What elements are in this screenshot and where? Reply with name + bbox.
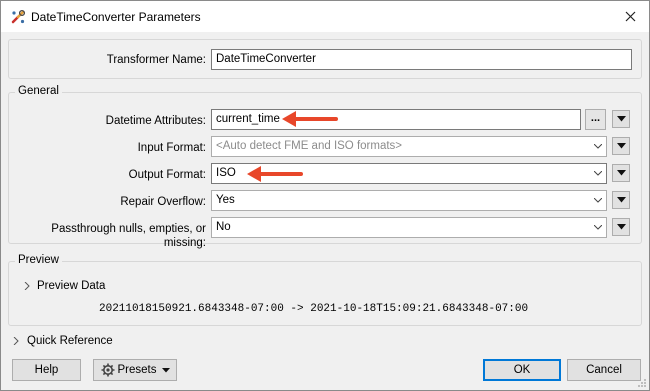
gear-icon: [101, 363, 114, 377]
repair-overflow-label: Repair Overflow:: [120, 196, 206, 208]
chevron-right-icon[interactable]: [12, 337, 20, 345]
chevron-down-icon: [616, 170, 626, 176]
datetime-attributes-input[interactable]: current_time: [211, 109, 581, 130]
preview-group: [8, 261, 642, 326]
close-icon: [625, 11, 635, 22]
chevron-down-icon: [616, 143, 626, 149]
transformer-name-input[interactable]: DateTimeConverter: [211, 49, 632, 70]
close-button[interactable]: [613, 3, 647, 30]
annotation-arrow-output: [247, 166, 303, 182]
chevron-down-icon: [616, 116, 626, 122]
presets-button[interactable]: Presets: [93, 359, 177, 381]
chevron-down-icon: [594, 144, 602, 149]
repair-overflow-value: Yes: [216, 194, 235, 206]
chevron-down-icon: [616, 197, 626, 203]
presets-label: Presets: [117, 364, 157, 376]
input-format-menu-button[interactable]: [612, 137, 630, 155]
input-format-select[interactable]: <Auto detect FME and ISO formats>: [211, 136, 607, 157]
output-format-menu-button[interactable]: [612, 164, 630, 182]
attribute-picker-button[interactable]: ...: [585, 109, 606, 130]
repair-overflow-menu-button[interactable]: [612, 191, 630, 209]
passthrough-select[interactable]: No: [211, 217, 607, 238]
transformer-name-label: Transformer Name:: [106, 54, 206, 66]
datetime-attributes-menu-button[interactable]: [612, 110, 630, 128]
annotation-arrow-datetime: [282, 111, 338, 127]
help-button[interactable]: Help: [12, 359, 81, 381]
chevron-right-icon[interactable]: [23, 282, 31, 290]
preview-data-label[interactable]: Preview Data: [37, 280, 105, 292]
output-format-value: ISO: [216, 167, 236, 179]
output-format-label: Output Format:: [128, 169, 206, 181]
cancel-button[interactable]: Cancel: [567, 359, 641, 381]
chevron-down-icon: [594, 171, 602, 176]
preview-data-text: 20211018150921.6843348-07:00 -> 2021-10-…: [99, 303, 529, 315]
resize-grip-icon[interactable]: [637, 378, 647, 388]
window-title: DateTimeConverter Parameters: [31, 10, 201, 24]
fme-transformer-icon: [11, 9, 26, 24]
input-format-label: Input Format:: [137, 142, 206, 154]
dialog-window: DateTimeConverter Parameters Transformer…: [0, 0, 650, 391]
chevron-down-icon: [594, 198, 602, 203]
chevron-down-icon: [161, 367, 170, 372]
chevron-down-icon: [594, 225, 602, 230]
title-bar: DateTimeConverter Parameters: [1, 1, 649, 32]
general-group-title: General: [15, 85, 62, 97]
input-format-placeholder: <Auto detect FME and ISO formats>: [216, 140, 403, 152]
datetime-attributes-label: Datetime Attributes:: [105, 115, 206, 127]
passthrough-label: Passthrough nulls, empties, or missing:: [51, 223, 206, 249]
preview-group-title: Preview: [15, 254, 62, 266]
passthrough-value: No: [216, 221, 231, 233]
quick-reference-label[interactable]: Quick Reference: [27, 335, 113, 347]
ok-button[interactable]: OK: [483, 359, 561, 381]
passthrough-menu-button[interactable]: [612, 218, 630, 236]
repair-overflow-select[interactable]: Yes: [211, 190, 607, 211]
chevron-down-icon: [616, 224, 626, 230]
